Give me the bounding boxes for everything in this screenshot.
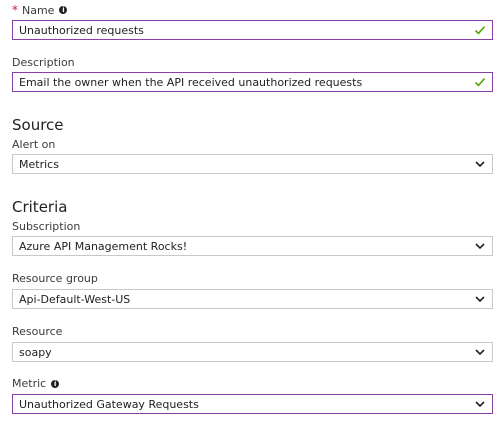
subscription-label: Subscription: [12, 220, 80, 233]
name-input[interactable]: Unauthorized requests: [12, 20, 493, 40]
criteria-section-title: Criteria: [12, 198, 68, 216]
name-label-text: Name: [22, 3, 55, 17]
resource-group-label: Resource group: [12, 272, 98, 285]
alert-on-label: Alert on: [12, 138, 55, 151]
chevron-down-icon[interactable]: [474, 240, 486, 252]
name-label: * Name i: [12, 3, 68, 17]
resource-label: Resource: [12, 325, 62, 338]
subscription-label-text: Subscription: [12, 220, 81, 233]
description-input[interactable]: Email the owner when the API received un…: [12, 72, 493, 92]
chevron-down-icon[interactable]: [474, 398, 486, 410]
alert-on-value: Metrics: [19, 157, 59, 171]
alert-rule-form: * Name i Unauthorized requests Descripti…: [0, 0, 500, 424]
chevron-down-icon[interactable]: [474, 293, 486, 305]
metric-label: Metric i: [12, 377, 60, 390]
chevron-down-icon[interactable]: [474, 158, 486, 170]
metric-select[interactable]: Unauthorized Gateway Requests: [12, 394, 493, 414]
resource-value: soapy: [19, 345, 52, 359]
metric-label-text: Metric: [12, 377, 47, 390]
description-label-text: Description: [12, 56, 75, 69]
metric-value: Unauthorized Gateway Requests: [19, 397, 199, 411]
chevron-down-icon[interactable]: [474, 346, 486, 358]
resource-label-text: Resource: [12, 325, 63, 338]
resource-group-select[interactable]: Api-Default-West-US: [12, 289, 493, 309]
check-icon: [474, 77, 486, 87]
alert-on-select[interactable]: Metrics: [12, 154, 493, 174]
name-input-value: Unauthorized requests: [19, 23, 144, 37]
check-icon: [474, 25, 486, 35]
description-input-value: Email the owner when the API received un…: [19, 75, 363, 89]
required-mark: *: [12, 3, 18, 17]
subscription-value: Azure API Management Rocks!: [19, 239, 188, 253]
description-label: Description: [12, 56, 75, 69]
resource-select[interactable]: soapy: [12, 342, 493, 362]
info-icon[interactable]: i: [51, 379, 60, 388]
alert-on-label-text: Alert on: [12, 138, 56, 151]
resource-group-value: Api-Default-West-US: [19, 292, 131, 306]
source-section-title: Source: [12, 116, 64, 134]
resource-group-label-text: Resource group: [12, 272, 98, 285]
info-icon[interactable]: i: [59, 6, 68, 14]
subscription-select[interactable]: Azure API Management Rocks!: [12, 236, 493, 256]
